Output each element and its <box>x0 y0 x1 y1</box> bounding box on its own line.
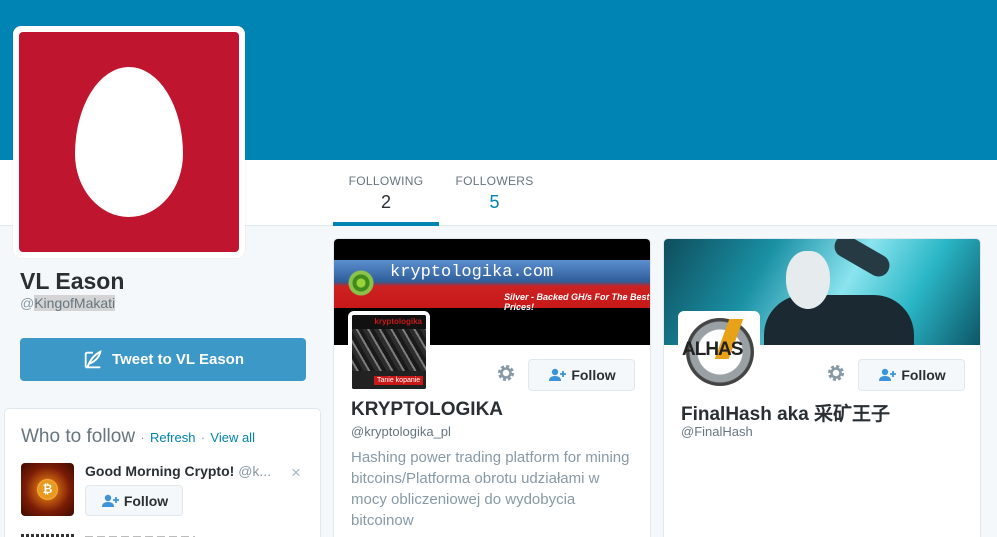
banner-figure <box>764 295 914 345</box>
tab-following-label: FOLLOWING <box>348 174 424 188</box>
follow-button[interactable]: Follow <box>858 359 965 391</box>
suggestion-handle: @k... <box>238 463 272 479</box>
banner-arm <box>830 239 894 281</box>
egg-icon <box>75 67 183 217</box>
follow-button[interactable]: Follow <box>528 359 635 391</box>
profile-card-kryptologika[interactable]: kryptologika.com Silver - Backed GH/s Fo… <box>333 238 651 537</box>
bitcoin-icon: ₿ <box>38 480 57 499</box>
card-name[interactable]: FinalHash aka 采矿王子 <box>681 399 890 426</box>
avatar-brand-text: kryptologika <box>352 315 426 329</box>
suggestion-name: Good Morning Crypto! <box>85 463 235 479</box>
globe-logo-icon <box>344 266 378 300</box>
tweet-to-button[interactable]: Tweet to VL Eason <box>20 338 306 381</box>
tweet-to-button-label: Tweet to VL Eason <box>112 351 244 368</box>
separator-dot: · <box>140 430 145 445</box>
mask-image <box>786 251 830 309</box>
tab-followers-label: FOLLOWERS <box>455 174 534 188</box>
profile-avatar[interactable] <box>13 26 245 258</box>
handle-at: @ <box>20 295 35 311</box>
compose-tweet-icon <box>84 349 102 368</box>
follow-button-label: Follow <box>571 367 616 383</box>
card-name[interactable]: KRYPTOLOGIKA <box>351 399 503 421</box>
avatar-logo-text: ALHAS <box>682 339 743 360</box>
add-user-icon <box>101 494 119 507</box>
who-to-follow-title: Who to follow <box>21 426 136 447</box>
gear-icon[interactable] <box>496 363 516 383</box>
handle-text: KingofMakati <box>34 295 116 311</box>
card-handle[interactable]: @kryptologika_pl <box>351 424 451 439</box>
suggestion-user[interactable]: Good Morning Crypto! @k... <box>85 463 271 479</box>
gear-icon[interactable] <box>826 363 846 383</box>
card-avatar[interactable]: ALHAS <box>678 311 760 393</box>
banner-brand-text: kryptologika.com <box>390 263 554 282</box>
follow-button-label: Follow <box>901 367 946 383</box>
suggestion-avatar[interactable]: ₿ <box>21 463 74 516</box>
who-to-follow-module: Who to follow · Refresh · View all ₿ Goo… <box>4 408 321 537</box>
profile-handle: @KingofMakati <box>20 295 116 311</box>
profile-card-finalhash[interactable]: ALHAS Follow FinalHash aka 采矿王子 @FinalHa… <box>663 238 981 537</box>
tab-following-count: 2 <box>380 192 391 212</box>
card-handle[interactable]: @FinalHash <box>681 424 753 439</box>
who-to-follow-header: Who to follow · Refresh · View all <box>21 426 255 448</box>
add-user-icon <box>879 368 897 381</box>
tab-followers[interactable]: FOLLOWERS 5 <box>446 174 543 213</box>
avatar-badge: Tanie kopanie <box>374 376 424 385</box>
card-avatar[interactable]: kryptologika Tanie kopanie <box>348 311 430 393</box>
refresh-link[interactable]: Refresh <box>150 430 196 445</box>
mining-rig-image <box>352 329 426 371</box>
default-egg-avatar <box>19 32 239 252</box>
tab-followers-count: 5 <box>489 192 500 212</box>
tab-following[interactable]: FOLLOWING 2 <box>333 174 439 226</box>
dismiss-suggestion-button[interactable]: × <box>291 463 301 483</box>
suggestion-follow-button[interactable]: Follow <box>85 485 183 516</box>
banner-tagline: Silver - Backed GH/s For The Best Prices… <box>504 292 650 312</box>
card-bio: Hashing power trading platform for minin… <box>351 449 630 529</box>
follow-button-label: Follow <box>123 492 169 509</box>
view-all-link[interactable]: View all <box>210 430 255 445</box>
add-user-icon <box>549 368 567 381</box>
separator-dot: · <box>200 430 206 445</box>
profile-name: VL Eason <box>20 268 125 294</box>
